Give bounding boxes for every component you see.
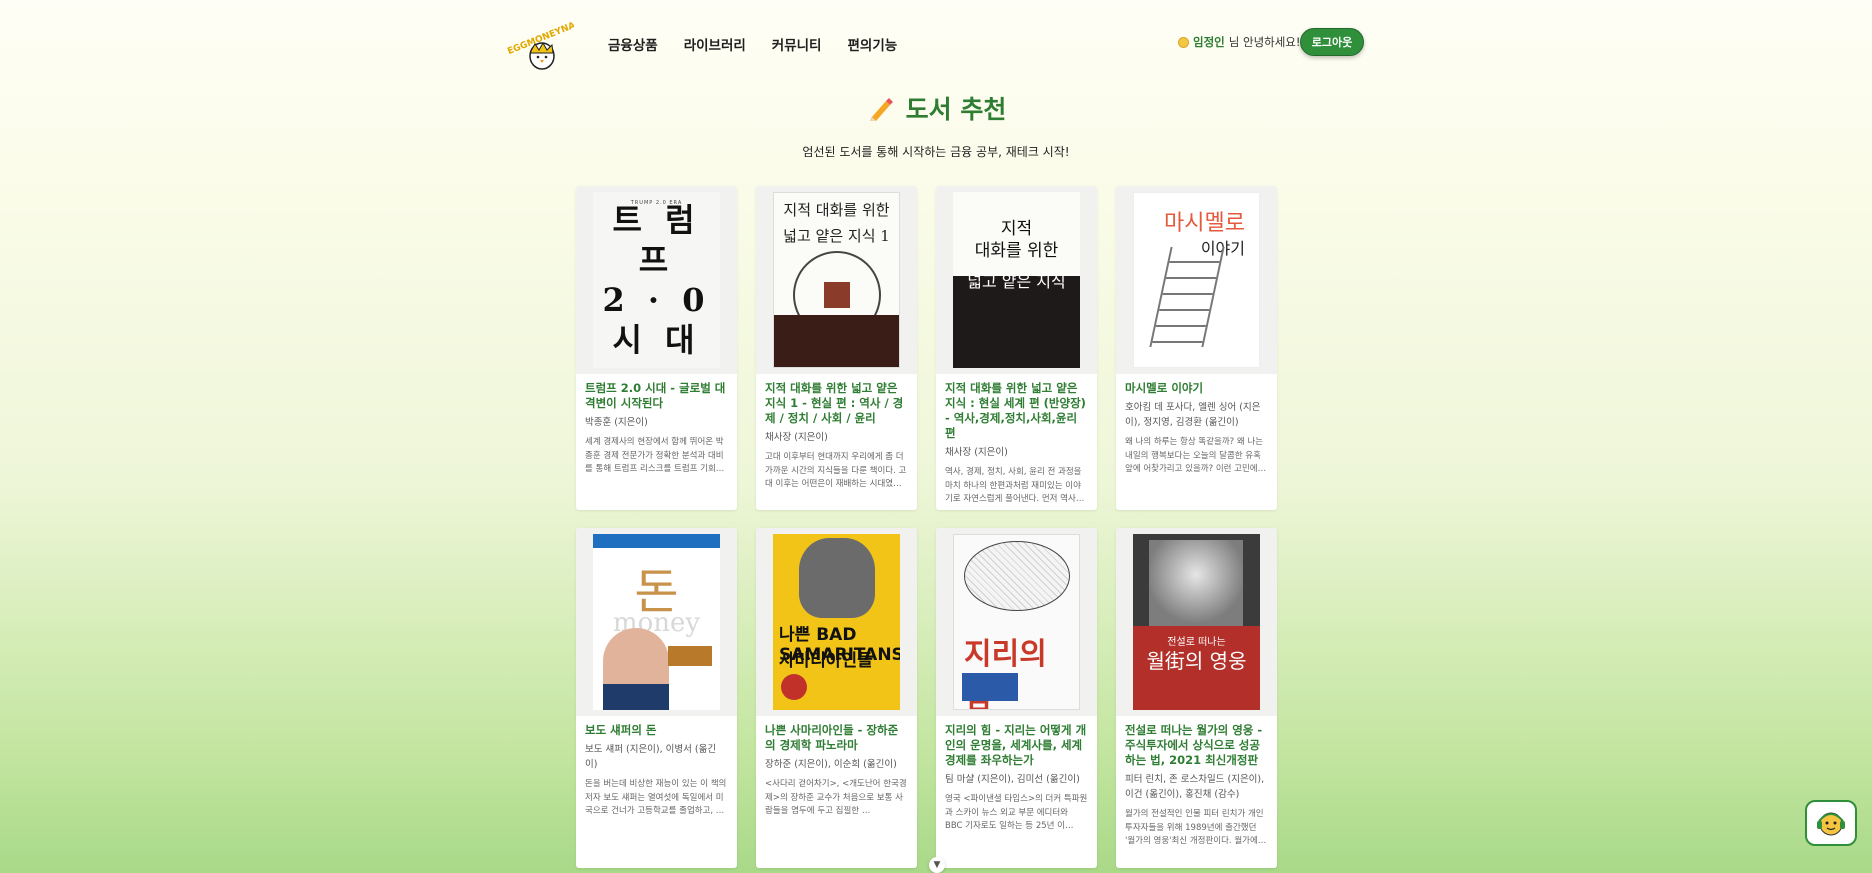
book-description: 세계 경제사의 현장에서 함께 뛰어온 박종훈 경제 전문가가 정확한 분석과 … <box>585 437 725 474</box>
cover-text: 마시멜로 <box>1164 211 1245 236</box>
cover-text: 지적 대화를 위한 <box>783 201 890 219</box>
pencil-icon <box>869 98 893 121</box>
book-title[interactable]: 지적 대화를 위한 넓고 얕은 지식 1 - 현실 편 : 역사 / 경제 / … <box>765 381 908 426</box>
book-cover-wrap: 돈 money <box>576 528 737 716</box>
main-nav: 금융상품 라이브러리 커뮤니티 편의기능 <box>608 34 897 54</box>
book-cover-image: 월街의 영웅 전설로 떠나는 <box>1133 534 1260 710</box>
cover-text: 사마리아인들 <box>779 651 873 671</box>
book-card[interactable]: 나쁜 BAD SAMARITANS 사마리아인들 나쁜 사마리아인들 - 장하준… <box>756 528 917 868</box>
logout-button[interactable]: 로그아웃 <box>1300 28 1364 56</box>
book-author: 채사장 (지은이) <box>945 447 1008 458</box>
greeting-text: 님 안녕하세요! <box>1228 35 1301 49</box>
book-info: 전설로 떠나는 월가의 영웅 - 주식투자에서 상식으로 성공하는 법, 202… <box>1116 716 1277 849</box>
book-title[interactable]: 지리의 힘 - 지리는 어떻게 개인의 운명을, 세계사를, 세계경제를 좌우하… <box>945 723 1088 768</box>
book-card[interactable]: 지리의 힘 지리의 힘 - 지리는 어떻게 개인의 운명을, 세계사를, 세계경… <box>936 528 1097 868</box>
book-title[interactable]: 나쁜 사마리아인들 - 장하준의 경제학 파노라마 <box>765 723 908 753</box>
book-cover-image: 돈 money <box>593 534 720 710</box>
cover-text: 넓고 얕은 지식 1 <box>783 227 890 245</box>
user-status-icon <box>1178 36 1189 48</box>
book-cover-wrap: 지리의 힘 <box>936 528 1097 716</box>
book-cover-wrap: 월街의 영웅 전설로 떠나는 <box>1116 528 1277 716</box>
book-card[interactable]: 마시멜로 이야기 마시멜로 이야기 호아킴 데 포사다, 엘렌 싱어 (지은이)… <box>1116 186 1277 510</box>
book-info: 마시멜로 이야기 호아킴 데 포사다, 엘렌 싱어 (지은이), 정지영, 김경… <box>1116 374 1277 477</box>
book-grid: TRUMP 2.0 ERA 트 럼 프 2 · 0 시 대 트럼프 2.0 시대… <box>576 186 1278 868</box>
book-title[interactable]: 지적 대화를 위한 넓고 얕은 지식 : 현실 세계 편 (반양장) - 역사,… <box>945 381 1088 441</box>
book-title[interactable]: 보도 섀퍼의 돈 <box>585 723 728 738</box>
book-cover-image: 지리의 힘 <box>953 534 1080 710</box>
book-author: 장하준 (지은이), 이순희 (옮긴이) <box>765 759 897 770</box>
page-title-text: 도서 추천 <box>905 95 1007 124</box>
book-title[interactable]: 마시멜로 이야기 <box>1125 381 1268 396</box>
book-title[interactable]: 전설로 떠나는 월가의 영웅 - 주식투자에서 상식으로 성공하는 법, 202… <box>1125 723 1268 768</box>
logo-chick-icon: EGGMONEYNA <box>506 21 577 70</box>
page-title-wrap: 도서 추천 <box>0 90 1872 127</box>
book-description: <사다리 걷어차기>, <개도난어 한국경제>의 장하준 교수가 처음으로 보통… <box>765 779 907 816</box>
book-cover-wrap: TRUMP 2.0 ERA 트 럼 프 2 · 0 시 대 <box>576 186 737 374</box>
book-cover-image: 나쁜 BAD SAMARITANS 사마리아인들 <box>773 534 900 710</box>
book-info: 나쁜 사마리아인들 - 장하준의 경제학 파노라마 장하준 (지은이), 이순희… <box>756 716 917 819</box>
header: EGGMONEYNA 금융상품 라이브러리 커뮤니티 편의기능 임정인 님 안녕… <box>0 0 1872 90</box>
book-cover-wrap: 지적 대화를 위한 넓고 얕은 지식 1 <box>756 186 917 374</box>
nav-financial-products[interactable]: 금융상품 <box>608 34 658 54</box>
book-author: 보도 섀퍼 (지은이), 이병서 (옮긴이) <box>585 744 717 770</box>
book-info: 지적 대화를 위한 넓고 얕은 지식 : 현실 세계 편 (반양장) - 역사,… <box>936 374 1097 507</box>
book-author: 채사장 (지은이) <box>765 432 828 443</box>
book-cover-wrap: 나쁜 BAD SAMARITANS 사마리아인들 <box>756 528 917 716</box>
book-author: 박종훈 (지은이) <box>585 417 648 428</box>
nav-convenience[interactable]: 편의기능 <box>847 34 897 54</box>
cover-globe-icon <box>964 541 1070 611</box>
user-greeting: 임정인 님 안녕하세요! <box>1178 34 1301 50</box>
book-card[interactable]: 돈 money 보도 섀퍼의 돈 보도 섀퍼 (지은이), 이병서 (옮긴이) … <box>576 528 737 868</box>
book-info: 트럼프 2.0 시대 - 글로벌 대격변이 시작된다 박종훈 (지은이) 세계 … <box>576 374 737 477</box>
book-cover-wrap: 마시멜로 이야기 <box>1116 186 1277 374</box>
book-author: 팀 마샬 (지은이), 김미선 (옮긴이) <box>945 774 1080 785</box>
book-description: 역사, 경제, 정치, 사회, 윤리 전 과정을 마치 하나의 한편과처럼 재미… <box>945 467 1084 504</box>
nav-library[interactable]: 라이브러리 <box>684 34 746 54</box>
cover-ladder-illustration <box>1149 247 1225 347</box>
cover-portrait <box>1149 540 1243 626</box>
cover-text: 트 럼 프 <box>612 201 701 279</box>
logo[interactable]: EGGMONEYNA <box>506 20 577 72</box>
chatbot-button[interactable] <box>1805 800 1857 846</box>
book-author: 호아킴 데 포사다, 엘렌 싱어 (지은이), 정지영, 김경환 (옮긴이) <box>1125 402 1261 428</box>
nav-community[interactable]: 커뮤니티 <box>772 34 822 54</box>
book-cover-image: 지적 대화를 위한 넓고 얕은 지식 1 <box>773 192 900 368</box>
page-title: 도서 추천 <box>866 90 1007 126</box>
cover-text: 지적 <box>1000 219 1033 239</box>
book-info: 지리의 힘 - 지리는 어떻게 개인의 운명을, 세계사를, 세계경제를 좌우하… <box>936 716 1097 834</box>
book-cover-wrap: 지적 대화를 위한 넓고 얕은 지식 <box>936 186 1097 374</box>
cover-text: 대화를 위한 <box>974 241 1059 261</box>
cover-header-text: TRUMP 2.0 ERA <box>630 200 683 206</box>
cover-text: 2 · 0 <box>602 281 711 319</box>
book-card[interactable]: 지적 대화를 위한 넓고 얕은 지식 1 지적 대화를 위한 넓고 얕은 지식 … <box>756 186 917 510</box>
book-cover-image: TRUMP 2.0 ERA 트 럼 프 2 · 0 시 대 <box>593 192 720 368</box>
book-description: 고대 이후부터 현대까지 우리에게 좀 더 가까운 시간의 지식들을 다룬 책이… <box>765 452 907 489</box>
cover-money-bag-icon <box>799 538 875 618</box>
cover-text: 월街의 영웅 <box>1146 649 1247 673</box>
book-description: 돈을 버는데 비상한 재능이 있는 이 책의 저자 보도 섀퍼는 열여섯에 독일… <box>585 779 727 816</box>
book-author: 피터 린치, 존 로스차일드 (지은이), 이건 (옮긴이), 홍진채 (감수) <box>1125 774 1265 800</box>
chatbot-icon <box>1817 812 1845 836</box>
book-info: 지적 대화를 위한 넓고 얕은 지식 1 - 현실 편 : 역사 / 경제 / … <box>756 374 917 492</box>
book-description: 영국 <파이낸셜 타임스>의 더커 특파원과 스카이 뉴스 외교 부문 에디터와… <box>945 794 1088 831</box>
page-subtitle: 엄선된 도서를 통해 시작하는 금융 공부, 재테크 시작! <box>802 145 1070 159</box>
book-title[interactable]: 트럼프 2.0 시대 - 글로벌 대격변이 시작된다 <box>585 381 728 411</box>
book-cover-image: 마시멜로 이야기 <box>1133 192 1260 368</box>
book-info: 보도 섀퍼의 돈 보도 섀퍼 (지은이), 이병서 (옮긴이) 돈을 버는데 비… <box>576 716 737 819</box>
book-description: 왜 나의 하루는 항상 똑같을까? 왜 나는 내일의 행복보다는 오늘의 달콤한… <box>1125 437 1264 474</box>
book-description: 월가의 전설적인 인물 피터 린치가 개인투자자들을 위해 1989년에 출간했… <box>1125 809 1266 846</box>
book-cover-image: 지적 대화를 위한 넓고 얕은 지식 <box>953 192 1080 368</box>
cover-text: 시 대 <box>612 321 701 359</box>
cover-text: 전설로 떠나는 <box>1167 637 1226 648</box>
book-card[interactable]: TRUMP 2.0 ERA 트 럼 프 2 · 0 시 대 트럼프 2.0 시대… <box>576 186 737 510</box>
chevron-down-icon[interactable]: ▼ <box>929 857 945 873</box>
cover-portrait <box>603 628 669 710</box>
book-card[interactable]: 월街의 영웅 전설로 떠나는 전설로 떠나는 월가의 영웅 - 주식투자에서 상… <box>1116 528 1277 868</box>
user-name: 임정인 <box>1193 35 1225 49</box>
cover-text: 넓고 얕은 지식 <box>967 272 1066 291</box>
book-card[interactable]: 지적 대화를 위한 넓고 얕은 지식 지적 대화를 위한 넓고 얕은 지식 : … <box>936 186 1097 510</box>
